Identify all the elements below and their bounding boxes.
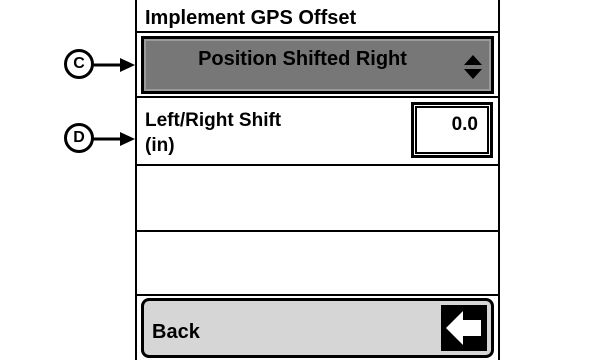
dropdown-selected-value: Position Shifted Right [198, 48, 407, 70]
callout-d-badge: D [64, 123, 94, 153]
row-divider [137, 230, 498, 232]
back-button-label: Back [152, 321, 200, 343]
callout-d-letter: D [73, 129, 85, 146]
callout-c-letter: C [73, 55, 85, 72]
callout-d-arrow-icon [92, 132, 135, 146]
title-divider [137, 31, 498, 33]
implement-gps-offset-panel: Implement GPS Offset Position Shifted Ri… [135, 0, 500, 360]
left-right-shift-label: Left/Right Shift (in) [145, 108, 281, 158]
page-title: Implement GPS Offset [145, 7, 357, 29]
left-right-shift-input[interactable]: 0.0 [411, 102, 493, 158]
left-arrow-icon [441, 305, 487, 351]
left-right-shift-value: 0.0 [451, 114, 478, 135]
field-unit-label: (in) [145, 135, 175, 156]
row-divider [137, 96, 498, 98]
row-divider [137, 294, 498, 296]
field-label-line: Left/Right Shift [145, 110, 282, 131]
position-shift-dropdown[interactable]: Position Shifted Right [141, 36, 494, 94]
row-divider [137, 164, 498, 166]
up-down-arrows-icon [464, 55, 482, 79]
callout-c-arrow-icon [92, 58, 135, 72]
back-button[interactable]: Back [141, 298, 494, 358]
callout-c-badge: C [64, 49, 94, 79]
